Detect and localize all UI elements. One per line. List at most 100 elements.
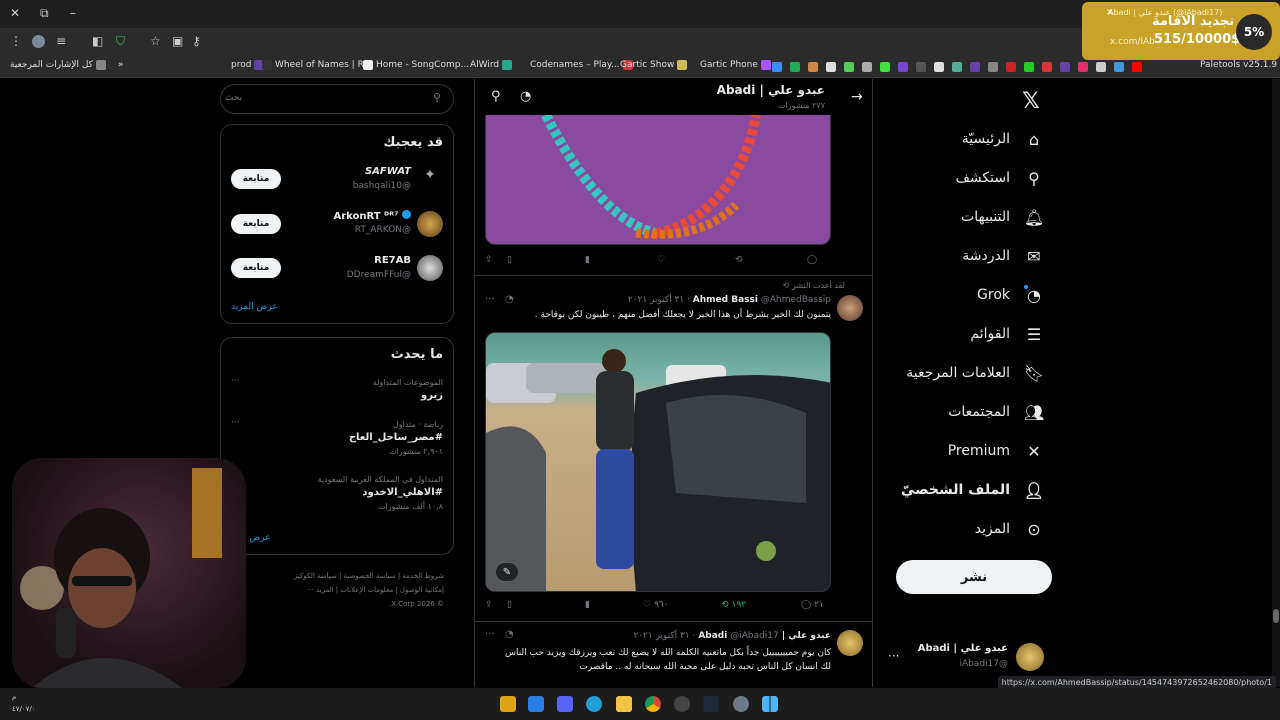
bookmark-prod[interactable]: prod — [231, 60, 265, 70]
windows-start-icon[interactable] — [762, 696, 778, 712]
trend-item[interactable]: ··· المتداول في المملكة العربية السعودية… — [231, 473, 443, 517]
search-input[interactable]: ⚲ بحث — [220, 84, 454, 114]
trend-item[interactable]: ··· الموضوعات المتداوَلة زيرو — [231, 376, 443, 410]
views-button[interactable]: ▮ — [585, 255, 590, 265]
restore-window-icon[interactable]: ⧉ — [40, 6, 49, 21]
grok-icon[interactable]: ◔ — [505, 629, 514, 640]
tweet-more-icon[interactable]: ··· — [485, 629, 495, 640]
footer-link[interactable]: إمكانية الوصول — [400, 586, 444, 594]
grok-icon[interactable]: ◔ — [520, 89, 531, 104]
views-button[interactable]: ▮ — [585, 600, 590, 610]
key-icon[interactable]: ⚷ — [192, 34, 201, 48]
footer-link[interactable]: معلومات الإعلانات — [340, 586, 393, 594]
bookmark-gartic-show[interactable]: Gartic Show — [620, 60, 688, 70]
bookmark-codenames[interactable]: Codenames – Play... — [530, 60, 633, 70]
edge-icon[interactable] — [586, 696, 602, 712]
nav-bookmarks[interactable]: العلامات المرجعية 🔖︎ — [906, 363, 1044, 383]
nav-profile[interactable]: الملف الشخصيّ 👤︎ — [901, 480, 1044, 500]
steam-icon[interactable] — [703, 696, 719, 712]
bookmark-button[interactable]: ▯ — [507, 600, 512, 610]
discord-icon[interactable] — [557, 696, 573, 712]
show-more-link[interactable]: عرض المزيد — [231, 302, 278, 312]
bookmark-favicons[interactable] — [772, 62, 1142, 72]
home-icon: ⌂ — [1028, 129, 1040, 149]
tweet-photo[interactable]: ✎ — [485, 332, 831, 592]
settings-icon[interactable] — [733, 696, 749, 712]
nav-home[interactable]: الرئيسيّة ⌂ — [962, 129, 1044, 149]
trend-item[interactable]: ··· رياضة · متداول #مصر_ساحل_العاج ٢,٩٠١… — [231, 418, 443, 462]
profile-avatar[interactable] — [32, 35, 45, 48]
nav-premium[interactable]: Premium ✕ — [948, 441, 1044, 461]
tweet-image[interactable] — [485, 115, 831, 245]
popup-close-icon[interactable]: ✕ — [1106, 8, 1114, 18]
star-icon[interactable]: ☆ — [150, 34, 161, 48]
avatar[interactable] — [837, 630, 863, 656]
scrollbar[interactable] — [1272, 79, 1280, 687]
playlist-icon[interactable]: ≡ — [56, 34, 66, 48]
like-button[interactable]: ♡ ٩٦٠ — [643, 600, 669, 610]
avatar[interactable] — [417, 255, 443, 281]
footer-link[interactable]: المزيد ··· — [307, 586, 334, 594]
nav-lists[interactable]: القوائم ☰ — [970, 324, 1044, 344]
retweet-button[interactable]: ⟲ ١٩٢ — [721, 600, 746, 610]
close-window-icon[interactable]: ✕ — [10, 6, 20, 20]
reply-button[interactable]: ◯ — [807, 255, 817, 265]
avatar[interactable] — [417, 211, 443, 237]
footer-link[interactable]: شروط الخدمة — [402, 572, 444, 580]
obs-icon[interactable] — [674, 696, 690, 712]
app-icon[interactable] — [500, 696, 516, 712]
folder-icon[interactable] — [616, 696, 632, 712]
back-arrow-icon[interactable]: → — [851, 89, 863, 105]
tab-icon[interactable]: ▣ — [172, 34, 183, 48]
bookmark-all[interactable]: كل الإشارات المرجعية — [10, 60, 106, 70]
account-switcher[interactable]: ··· عبدو علي | Abadi @iAbadi17 — [884, 639, 1048, 675]
search-icon[interactable]: ⚲ — [491, 89, 501, 104]
bookmark-button[interactable]: ▯ — [507, 255, 512, 265]
follow-button[interactable]: متابعة — [231, 214, 281, 234]
extension-popup[interactable]: Abadi | عبدو علي (@iAbadi17) ✕ تجديد الا… — [1082, 2, 1280, 60]
footer-link[interactable]: سياسة الخصوصية — [344, 572, 396, 580]
bookmarks-more[interactable]: » — [118, 60, 124, 70]
like-button[interactable]: ♡ — [657, 255, 665, 265]
bookmark-wheel[interactable]: Wheel of Names | R... — [262, 60, 372, 70]
webcam-overlay — [12, 458, 246, 688]
search-icon: ⚲ — [1028, 168, 1040, 188]
chrome-icon[interactable] — [645, 696, 661, 712]
follow-button[interactable]: متابعة — [231, 169, 281, 189]
popup-amount: 515/10000$ — [1154, 32, 1241, 47]
bookmark-songcomp[interactable]: Home - SongComp... — [363, 60, 469, 70]
nav-communities[interactable]: المجتمعات 👥︎ — [948, 402, 1044, 422]
scrollbar-thumb[interactable] — [1273, 609, 1279, 623]
reply-button[interactable]: ◯ ٢١ — [801, 600, 824, 610]
image-edit-icon[interactable]: ✎ — [496, 563, 518, 581]
post-button[interactable]: نشر — [896, 560, 1052, 594]
avatar[interactable] — [837, 295, 863, 321]
footer-link[interactable]: سياسة الكوكيز — [294, 572, 337, 580]
minimize-window-icon[interactable]: – — [70, 6, 76, 20]
bookmark-gartic-phone[interactable]: Gartic Phone — [700, 60, 771, 70]
extensions-icon[interactable]: ◧ — [92, 34, 103, 48]
x-logo-icon[interactable]: 𝕏 — [1022, 89, 1040, 114]
more-icon[interactable]: ··· — [231, 376, 240, 386]
tweet-more-icon[interactable]: ··· — [485, 294, 495, 305]
nav-chat[interactable]: الدردشة ✉ — [962, 246, 1044, 266]
bookmark-icon: ▯ — [507, 600, 512, 610]
more-icon[interactable]: ··· — [231, 418, 240, 428]
follow-button[interactable]: متابعة — [231, 258, 281, 278]
bookmark-icon: ▯ — [507, 255, 512, 265]
bookmark-paletools[interactable]: Paletools v25.1.9 — [1200, 60, 1277, 70]
grok-icon[interactable]: ◔ — [505, 294, 514, 305]
menu-icon[interactable]: ⋮ — [10, 34, 22, 48]
bookmark-alwird[interactable]: AlWird — [470, 60, 513, 70]
nav-explore[interactable]: استكشف ⚲ — [955, 168, 1044, 188]
share-button[interactable]: ⇪ — [485, 600, 493, 610]
nav-notifications[interactable]: التنبيهات 🔔︎ — [961, 207, 1044, 227]
retweet-button[interactable]: ⟲ — [735, 255, 743, 265]
nav-grok[interactable]: Grok ◔ — [977, 285, 1044, 305]
nav-more[interactable]: المزيد ⊙ — [975, 519, 1044, 539]
avatar[interactable]: ✦ — [417, 167, 443, 193]
tweet-author-line: Ahmed Bassi @AhmedBassip · ٣١ أكتوبر ٢٠٢… — [515, 295, 831, 305]
shield-icon[interactable]: ⛉ — [116, 34, 125, 49]
share-button[interactable]: ⇪ — [485, 255, 493, 265]
app-icon[interactable] — [528, 696, 544, 712]
